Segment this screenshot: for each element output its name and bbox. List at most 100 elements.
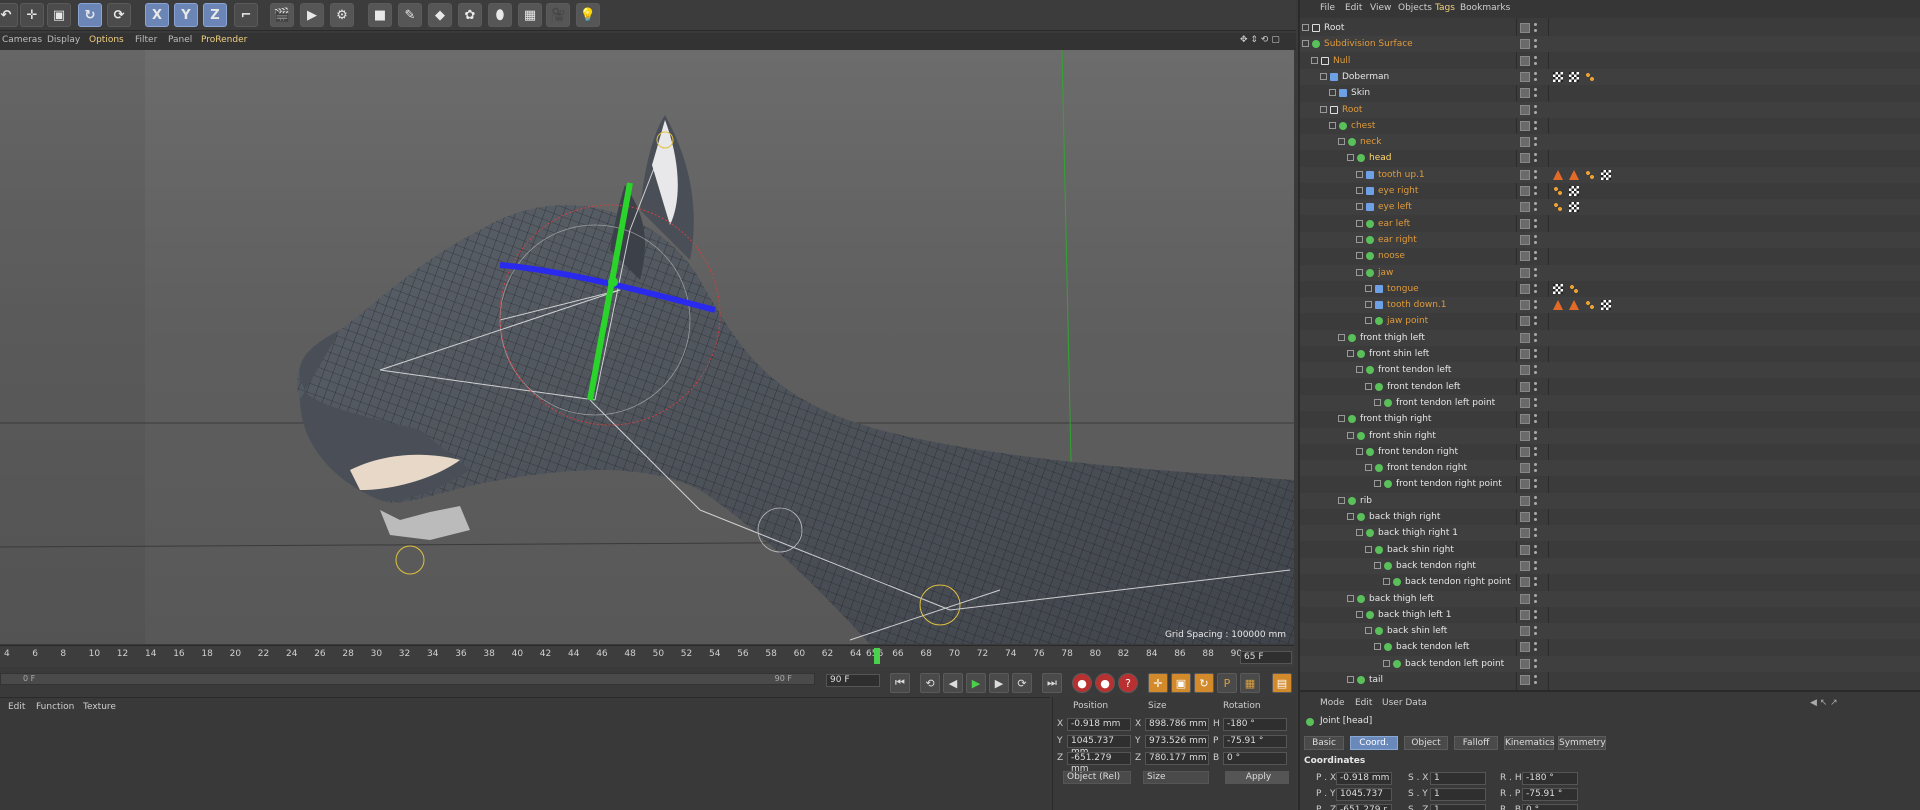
- texture-tag-icon[interactable]: [1553, 71, 1563, 82]
- tree-row[interactable]: back thigh left 1: [1300, 607, 1920, 623]
- recent-icon[interactable]: ⟳: [107, 3, 131, 27]
- visibility-toggle[interactable]: [1520, 202, 1530, 213]
- tree-row[interactable]: eye left: [1300, 199, 1920, 216]
- tree-row[interactable]: head: [1300, 150, 1920, 166]
- menu-prorender[interactable]: ProRender: [201, 35, 247, 45]
- render-visibility-dot[interactable]: [1534, 583, 1537, 587]
- tree-row[interactable]: front shin left: [1300, 346, 1920, 362]
- editor-visibility-dot[interactable]: [1534, 495, 1537, 499]
- ik-tag-icon[interactable]: [1553, 300, 1563, 311]
- render-visibility-dot[interactable]: [1534, 632, 1537, 636]
- expand-toggle-icon[interactable]: [1383, 578, 1390, 586]
- key-rotation-icon[interactable]: ↻: [1194, 673, 1214, 693]
- camera-icon[interactable]: 🎥: [546, 3, 570, 27]
- editor-visibility-dot[interactable]: [1534, 120, 1537, 124]
- scale-field[interactable]: 1: [1430, 804, 1486, 810]
- expand-toggle-icon[interactable]: [1374, 643, 1381, 651]
- record-icon[interactable]: ●: [1072, 673, 1092, 693]
- editor-visibility-dot[interactable]: [1534, 577, 1537, 581]
- editor-visibility-dot[interactable]: [1534, 414, 1537, 418]
- expand-toggle-icon[interactable]: [1347, 431, 1354, 439]
- expand-toggle-icon[interactable]: [1338, 496, 1345, 504]
- visibility-toggle[interactable]: [1520, 642, 1530, 653]
- weight-tag-icon[interactable]: [1553, 202, 1563, 213]
- render-visibility-dot[interactable]: [1534, 469, 1537, 473]
- expand-toggle-icon[interactable]: [1356, 170, 1363, 178]
- mode-select[interactable]: Object (Rel): [1063, 771, 1131, 784]
- move-icon[interactable]: ✛: [20, 3, 44, 27]
- menu-texture[interactable]: Texture: [83, 702, 116, 712]
- tree-row[interactable]: back shin left: [1300, 623, 1920, 640]
- ik-tag-icon[interactable]: [1569, 169, 1579, 180]
- step-forward-icon[interactable]: ▶: [989, 673, 1009, 693]
- expand-toggle-icon[interactable]: [1356, 252, 1363, 260]
- tree-row[interactable]: rib: [1300, 492, 1920, 509]
- scale-field[interactable]: 1: [1430, 772, 1486, 785]
- render-visibility-dot[interactable]: [1534, 599, 1537, 603]
- weight-tag-icon[interactable]: [1585, 300, 1595, 311]
- visibility-toggle[interactable]: [1520, 446, 1530, 457]
- menu-panel[interactable]: Panel: [168, 35, 192, 45]
- expand-toggle-icon[interactable]: [1365, 464, 1372, 472]
- visibility-toggle[interactable]: [1520, 479, 1530, 490]
- expand-toggle-icon[interactable]: [1347, 676, 1354, 683]
- render-visibility-dot[interactable]: [1534, 77, 1537, 81]
- tree-row[interactable]: front tendon right: [1300, 460, 1920, 477]
- visibility-toggle[interactable]: [1520, 626, 1530, 637]
- loop-icon[interactable]: ⟲: [920, 673, 940, 693]
- editor-visibility-dot[interactable]: [1534, 300, 1537, 304]
- expand-toggle-icon[interactable]: [1347, 513, 1354, 520]
- texture-tag-icon[interactable]: [1601, 169, 1611, 180]
- editor-visibility-dot[interactable]: [1534, 267, 1537, 271]
- visibility-toggle[interactable]: [1520, 332, 1530, 343]
- editor-visibility-dot[interactable]: [1534, 544, 1537, 548]
- tree-row[interactable]: front tendon left point: [1300, 394, 1920, 411]
- expand-toggle-icon[interactable]: [1311, 56, 1318, 64]
- rot-p-field[interactable]: -75.91 °: [1223, 735, 1287, 748]
- editor-visibility-dot[interactable]: [1534, 609, 1537, 613]
- visibility-toggle[interactable]: [1520, 430, 1530, 441]
- pos-x-field[interactable]: -0.918 mm: [1067, 718, 1131, 731]
- key-scale-icon[interactable]: ▣: [1171, 673, 1191, 693]
- expand-toggle-icon[interactable]: [1365, 382, 1372, 390]
- visibility-toggle[interactable]: [1520, 381, 1530, 392]
- tab-kinematics[interactable]: Kinematics: [1504, 736, 1555, 750]
- expand-toggle-icon[interactable]: [1329, 121, 1336, 129]
- expand-toggle-icon[interactable]: [1365, 627, 1372, 635]
- render-visibility-dot[interactable]: [1534, 29, 1537, 32]
- render-view-icon[interactable]: ▶: [300, 3, 324, 27]
- x-axis-button[interactable]: X: [145, 3, 169, 27]
- visibility-toggle[interactable]: [1520, 251, 1530, 262]
- playhead-marker[interactable]: [874, 648, 880, 664]
- coord-system-icon[interactable]: ⌐: [234, 3, 258, 27]
- ik-tag-icon[interactable]: [1553, 169, 1563, 180]
- render-visibility-dot[interactable]: [1534, 257, 1537, 261]
- editor-visibility-dot[interactable]: [1534, 71, 1537, 75]
- weight-tag-icon[interactable]: [1569, 283, 1579, 294]
- expand-toggle-icon[interactable]: [1356, 366, 1363, 374]
- render-visibility-dot[interactable]: [1534, 306, 1537, 310]
- deformer-icon[interactable]: ⬮: [488, 3, 512, 27]
- timeline-ruler[interactable]: 4 6 8 10 12 14 16 18 20 22 24 26 28 30 32 34 36 38 40 42 44 4…: [0, 645, 1294, 667]
- position-field[interactable]: -651.279 r: [1336, 804, 1392, 810]
- tree-row[interactable]: Skin: [1300, 85, 1920, 101]
- editor-visibility-dot[interactable]: [1534, 88, 1537, 92]
- expand-toggle-icon[interactable]: [1347, 154, 1354, 162]
- render-visibility-dot[interactable]: [1534, 681, 1537, 684]
- tree-row[interactable]: front tendon left: [1300, 379, 1920, 395]
- render-visibility-dot[interactable]: [1534, 94, 1537, 98]
- expand-toggle-icon[interactable]: [1329, 89, 1336, 97]
- expand-toggle-icon[interactable]: [1365, 317, 1372, 325]
- visibility-toggle[interactable]: [1520, 267, 1530, 278]
- expand-toggle-icon[interactable]: [1365, 284, 1372, 292]
- editor-visibility-dot[interactable]: [1534, 593, 1537, 597]
- editor-visibility-dot[interactable]: [1534, 39, 1537, 43]
- editor-visibility-dot[interactable]: [1534, 658, 1537, 662]
- menu-edit[interactable]: Edit: [1345, 3, 1362, 13]
- render-visibility-dot[interactable]: [1534, 648, 1537, 652]
- visibility-toggle[interactable]: [1520, 397, 1530, 408]
- expand-toggle-icon[interactable]: [1356, 529, 1363, 537]
- visibility-toggle[interactable]: [1520, 88, 1530, 99]
- editor-visibility-dot[interactable]: [1534, 560, 1537, 564]
- position-field[interactable]: 1045.737: [1336, 788, 1392, 801]
